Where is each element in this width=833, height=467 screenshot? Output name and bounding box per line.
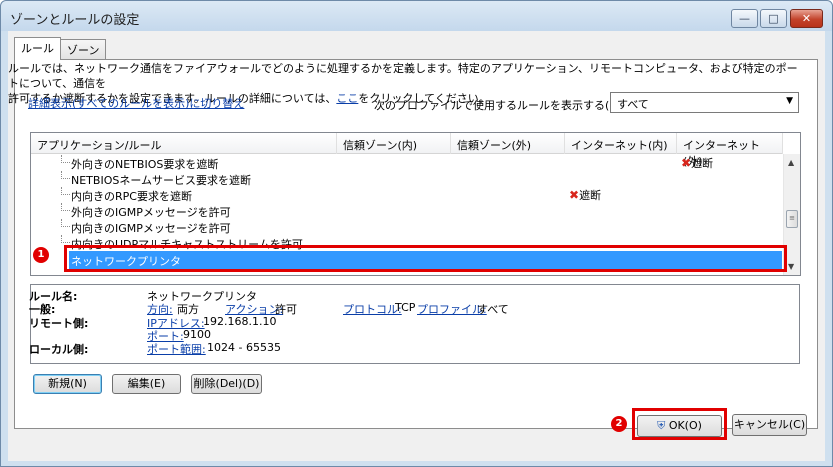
minimize-button[interactable]: — [731, 9, 758, 28]
column-header-internet-out[interactable]: インターネット(外) [677, 133, 783, 168]
profile-filter-label: 次のプロファイルで使用するルールを表示する(P): [374, 99, 624, 112]
dialog-client: ルール ゾーン ルールでは、ネットワーク通信をファイアウォールでどのように処理す… [8, 31, 825, 461]
profile-filter-value: すべて [617, 98, 649, 111]
tree-connector [61, 219, 70, 227]
callout-1-badge: 1 [33, 247, 49, 263]
action-value: 許可 [275, 303, 297, 316]
rules-list-header: アプリケーション/ルール 信頼ゾーン(内) 信頼ゾーン(外) インターネット(内… [31, 133, 783, 168]
help-link[interactable]: ここ [336, 92, 358, 105]
scroll-thumb[interactable]: ≡ [786, 210, 798, 228]
rule-details: ルール名: ネットワークプリンタ 一般: 方向: 両方 アクション: 許可 プロ… [29, 284, 800, 364]
rule-name: 内向きのIGMPメッセージを許可 [71, 222, 231, 235]
scroll-down-icon[interactable]: ▼ [788, 262, 794, 271]
tree-connector [61, 203, 70, 211]
block-label: 遮断 [691, 157, 714, 170]
rule-name: 外向きのNETBIOS要求を遮断 [71, 158, 219, 171]
edit-rule-button[interactable]: 編集(E) [112, 374, 181, 394]
settings-window: ゾーンとルールの設定 — □ ✕ ルール ゾーン ルールでは、ネットワーク通信を… [0, 0, 833, 467]
rules-list-scrollbar[interactable]: ▲ ≡ ▼ [783, 154, 800, 275]
table-row[interactable]: 内向きのUDPマルチキャストストリームを許可 [31, 235, 783, 251]
cancel-button[interactable]: キャンセル(C) [732, 414, 807, 436]
ip-address-value: 192.168.1.10 [203, 315, 277, 328]
scroll-up-icon[interactable]: ▲ [788, 158, 794, 167]
protocol-value: TCP [395, 301, 416, 314]
block-cell: ✖遮断 [681, 155, 713, 171]
column-header-trusted-in[interactable]: 信頼ゾーン(内) [337, 133, 451, 154]
table-row[interactable]: NETBIOSネームサービス要求を遮断 [31, 171, 783, 187]
detail-view-link[interactable]: 詳細表示(すべてのルールを表示)に切り替え [28, 95, 244, 111]
tree-connector [61, 235, 70, 243]
local-label: ローカル側: [29, 343, 89, 356]
rule-name: 内向きのRPC要求を遮断 [71, 190, 192, 203]
port-value: 9100 [183, 328, 211, 341]
table-row-selected[interactable]: ネットワークプリンタ [69, 251, 782, 269]
chevron-down-icon: ▼ [786, 96, 793, 106]
close-button[interactable]: ✕ [790, 9, 823, 28]
block-label: 遮断 [579, 189, 602, 202]
tab-rules[interactable]: ルール [14, 37, 61, 60]
profile-value: すべて [477, 303, 509, 316]
rules-list: アプリケーション/ルール 信頼ゾーン(内) 信頼ゾーン(外) インターネット(内… [30, 132, 801, 276]
column-header-application[interactable]: アプリケーション/ルール [31, 133, 337, 154]
rule-name: 外向きのIGMPメッセージを許可 [71, 206, 231, 219]
tree-connector [61, 187, 70, 195]
block-x-icon: ✖ [681, 156, 692, 170]
protocol-label[interactable]: プロトコル: [343, 301, 402, 317]
ok-button-label: OK(O) [668, 419, 702, 432]
callout-2-badge: 2 [611, 416, 627, 432]
new-rule-button[interactable]: 新規(N) [33, 374, 102, 394]
tree-connector [61, 171, 70, 179]
maximize-button[interactable]: □ [760, 9, 787, 28]
table-row[interactable]: 外向きのNETBIOS要求を遮断 ✖遮断 [31, 155, 783, 171]
column-header-trusted-out[interactable]: 信頼ゾーン(外) [451, 133, 565, 154]
title-bar: ゾーンとルールの設定 — □ ✕ [1, 1, 832, 31]
tree-connector [61, 155, 70, 163]
description-line-1: ルールでは、ネットワーク通信をファイアウォールでどのように処理するかを定義します… [8, 62, 798, 90]
shield-icon: ⛨ [657, 419, 666, 432]
table-row[interactable]: 内向きのRPC要求を遮断 ✖遮断 [31, 187, 783, 203]
delete-rule-button[interactable]: 削除(Del)(D) [191, 374, 262, 394]
remote-label: リモート側: [29, 317, 89, 330]
profile-filter-select[interactable]: すべて ▼ [610, 92, 799, 113]
rule-name: NETBIOSネームサービス要求を遮断 [71, 174, 251, 187]
table-row[interactable]: 外向きのIGMPメッセージを許可 [31, 203, 783, 219]
column-header-internet-in[interactable]: インターネット(内) [565, 133, 677, 154]
ok-button[interactable]: ⛨ OK(O) [637, 415, 722, 437]
rule-name: ネットワークプリンタ [71, 255, 181, 268]
block-cell: ✖遮断 [569, 187, 601, 203]
window-title: ゾーンとルールの設定 [10, 13, 140, 28]
block-x-icon: ✖ [569, 188, 580, 202]
port-range-label[interactable]: ポート範囲: [147, 341, 206, 357]
rule-name: 内向きのUDPマルチキャストストリームを許可 [71, 238, 303, 251]
tab-zones[interactable]: ゾーン [60, 39, 107, 59]
port-range-value: 1024 - 65535 [207, 341, 281, 354]
table-row[interactable]: 内向きのIGMPメッセージを許可 [31, 219, 783, 235]
